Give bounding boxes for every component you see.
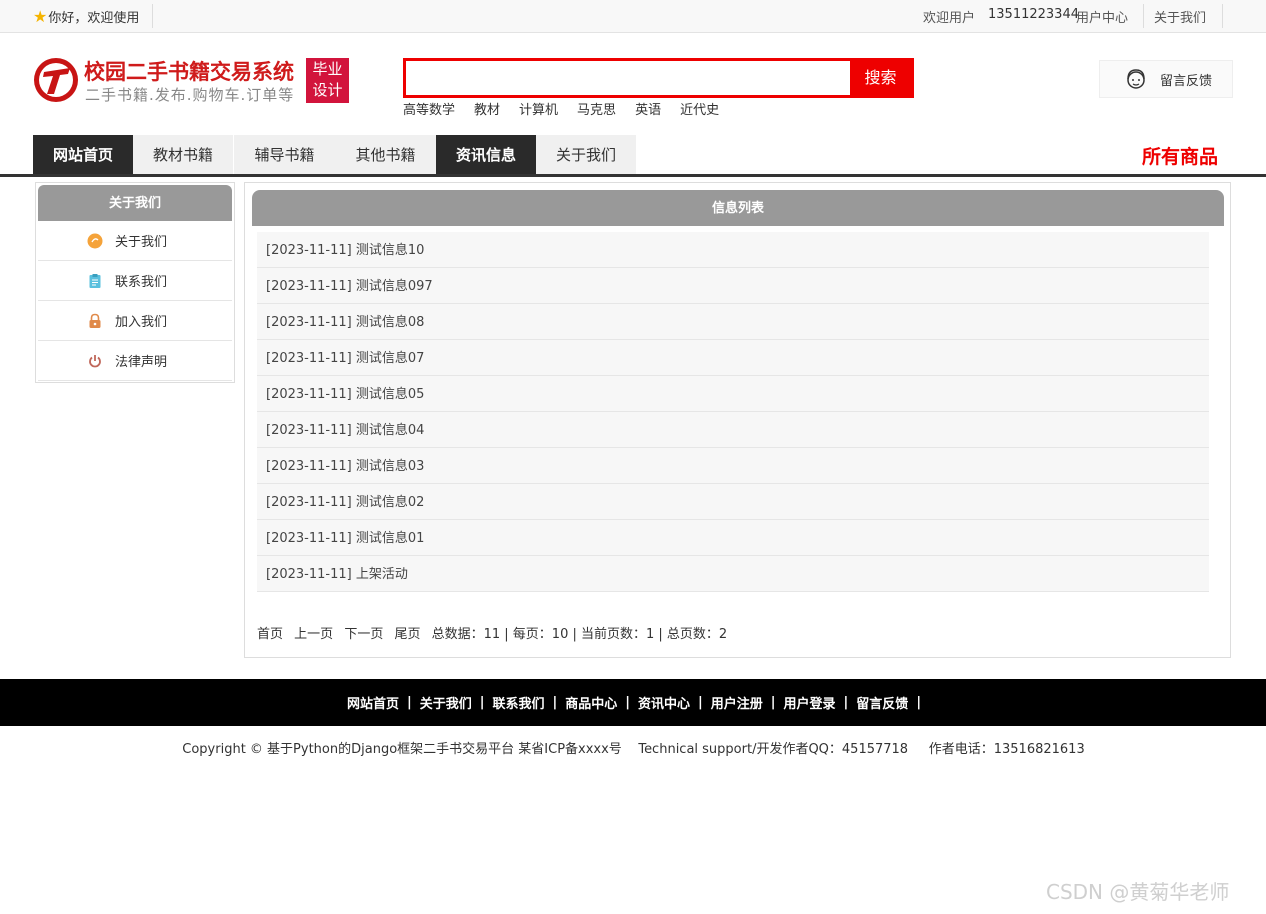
list-item[interactable]: [2023-11-11] 测试信息07 <box>257 340 1209 376</box>
hot-word-computer[interactable]: 计算机 <box>519 99 558 118</box>
pager-prev[interactable]: 上一页 <box>294 627 333 642</box>
info-list: [2023-11-11] 测试信息10 [2023-11-11] 测试信息097… <box>257 232 1209 592</box>
footer-separator: | <box>625 695 630 710</box>
star-icon: ★ <box>33 6 48 26</box>
sidebar-item-contact[interactable]: 联系我们 <box>38 261 232 301</box>
footer-separator: | <box>843 695 849 710</box>
footer-link-login[interactable]: 用户登录 <box>784 693 836 712</box>
pager-summary: 总数据：11 | 每页：10 | 当前页数：1 | 总页数：2 <box>431 627 728 642</box>
all-goods-link[interactable]: 所有商品 <box>1142 142 1218 169</box>
search-box: 搜索 <box>403 58 914 98</box>
search-input[interactable] <box>406 61 850 95</box>
sidebar: 关于我们 关于我们 联系我们 加入我们 法律声明 <box>35 182 235 383</box>
footer-separator: | <box>406 695 412 710</box>
divider <box>152 4 153 28</box>
nav-item-news[interactable]: 资讯信息 <box>436 135 536 174</box>
customer-service-icon <box>1127 69 1145 89</box>
sidebar-title: 关于我们 <box>38 185 232 221</box>
panel-title: 信息列表 <box>252 190 1224 226</box>
pager-first[interactable]: 首页 <box>257 627 283 642</box>
user-welcome-label: 欢迎用户 <box>923 11 976 26</box>
site-title[interactable]: 校园二手书籍交易系统 <box>84 56 294 86</box>
copyright-text: Copyright © 基于Python的Django框架二手书交易平台 某省I… <box>182 742 1085 757</box>
hot-search-words: 高等数学 教材 计算机 马克思 英语 近代史 <box>403 99 738 118</box>
info-list-panel: 信息列表 [2023-11-11] 测试信息10 [2023-11-11] 测试… <box>244 182 1231 658</box>
pager-last[interactable]: 尾页 <box>394 627 420 642</box>
footer-separator: | <box>479 695 485 710</box>
lock-icon <box>89 313 101 328</box>
feedback-button[interactable]: 留言反馈 <box>1099 60 1233 98</box>
list-item[interactable]: [2023-11-11] 测试信息02 <box>257 484 1209 520</box>
sidebar-item-label: 加入我们 <box>115 315 168 330</box>
hot-word-textbook[interactable]: 教材 <box>474 99 500 118</box>
list-item[interactable]: [2023-11-11] 测试信息097 <box>257 268 1209 304</box>
orange-circle-icon <box>87 233 103 248</box>
user-phone[interactable]: 13511223344 <box>988 7 1079 22</box>
badge-line-2: 设计 <box>312 81 343 99</box>
divider <box>1222 4 1223 28</box>
footer-separator: | <box>916 695 922 710</box>
hot-word-english[interactable]: 英语 <box>635 99 661 118</box>
power-icon <box>89 354 101 367</box>
footer-link-about[interactable]: 关于我们 <box>420 693 472 712</box>
nav-item-about[interactable]: 关于我们 <box>536 135 636 174</box>
sidebar-item-legal[interactable]: 法律声明 <box>38 341 232 381</box>
clipboard-icon <box>89 273 101 288</box>
footer-link-register[interactable]: 用户注册 <box>711 693 763 712</box>
pagination: 首页 上一页 下一页 尾页 总数据：11 | 每页：10 | 当前页数：1 | … <box>257 623 727 642</box>
user-center-link[interactable]: 用户中心 <box>1076 7 1128 26</box>
hot-word-marx[interactable]: 马克思 <box>577 99 616 118</box>
nav-item-textbooks[interactable]: 教材书籍 <box>133 135 233 174</box>
sidebar-item-label: 关于我们 <box>115 235 168 250</box>
footer-link-news[interactable]: 资讯中心 <box>638 693 690 712</box>
footer-separator: | <box>770 695 776 710</box>
search-button[interactable]: 搜索 <box>850 61 911 95</box>
footer-separator: | <box>698 695 703 710</box>
list-item[interactable]: [2023-11-11] 测试信息10 <box>257 232 1209 268</box>
welcome-text: ★ 你好，欢迎使用 <box>33 7 139 26</box>
feedback-label: 留言反馈 <box>1160 73 1213 89</box>
watermark: CSDN @黄菊华老师 <box>1046 880 1230 904</box>
main-nav: 网站首页 教材书籍 辅导书籍 其他书籍 资讯信息 关于我们 所有商品 <box>0 135 1266 177</box>
about-link[interactable]: 关于我们 <box>1154 7 1206 26</box>
welcome-label: 你好，欢迎使用 <box>48 11 140 26</box>
pager-next[interactable]: 下一页 <box>344 627 383 642</box>
list-item[interactable]: [2023-11-11] 测试信息04 <box>257 412 1209 448</box>
footer-links: 网站首页 | 关于我们 | 联系我们 | 商品中心 | 资讯中心 | 用户注册 | 用户登录… <box>0 679 1266 726</box>
footer-link-home[interactable]: 网站首页 <box>347 693 399 712</box>
footer-link-goods[interactable]: 商品中心 <box>565 693 617 712</box>
footer-link-feedback[interactable]: 留言反馈 <box>856 693 908 712</box>
hot-word-history[interactable]: 近代史 <box>680 99 719 118</box>
divider <box>1143 4 1144 28</box>
badge-line-1: 毕业 <box>312 60 343 78</box>
nav-item-tutoring[interactable]: 辅导书籍 <box>234 135 335 174</box>
sidebar-item-about[interactable]: 关于我们 <box>38 221 232 261</box>
nav-item-other-books[interactable]: 其他书籍 <box>335 135 436 174</box>
list-item[interactable]: [2023-11-11] 上架活动 <box>257 556 1209 592</box>
hot-word-math[interactable]: 高等数学 <box>403 99 455 118</box>
footer-separator: | <box>552 695 558 710</box>
site-subtitle: 二手书籍.发布.购物车.订单等 <box>85 86 295 104</box>
footer-link-contact[interactable]: 联系我们 <box>492 693 544 712</box>
list-item[interactable]: [2023-11-11] 测试信息08 <box>257 304 1209 340</box>
sidebar-item-label: 法律声明 <box>115 355 168 370</box>
list-item[interactable]: [2023-11-11] 测试信息05 <box>257 376 1209 412</box>
top-bar: ★ 你好，欢迎使用 欢迎用户 13511223344 用户中心 关于我们 <box>0 0 1266 33</box>
sidebar-item-join[interactable]: 加入我们 <box>38 301 232 341</box>
sidebar-item-label: 联系我们 <box>115 275 168 290</box>
list-item[interactable]: [2023-11-11] 测试信息03 <box>257 448 1209 484</box>
graduation-badge: 毕业 设计 <box>306 58 349 103</box>
list-item[interactable]: [2023-11-11] 测试信息01 <box>257 520 1209 556</box>
nav-item-home[interactable]: 网站首页 <box>33 135 133 174</box>
site-logo-icon[interactable] <box>32 56 80 104</box>
